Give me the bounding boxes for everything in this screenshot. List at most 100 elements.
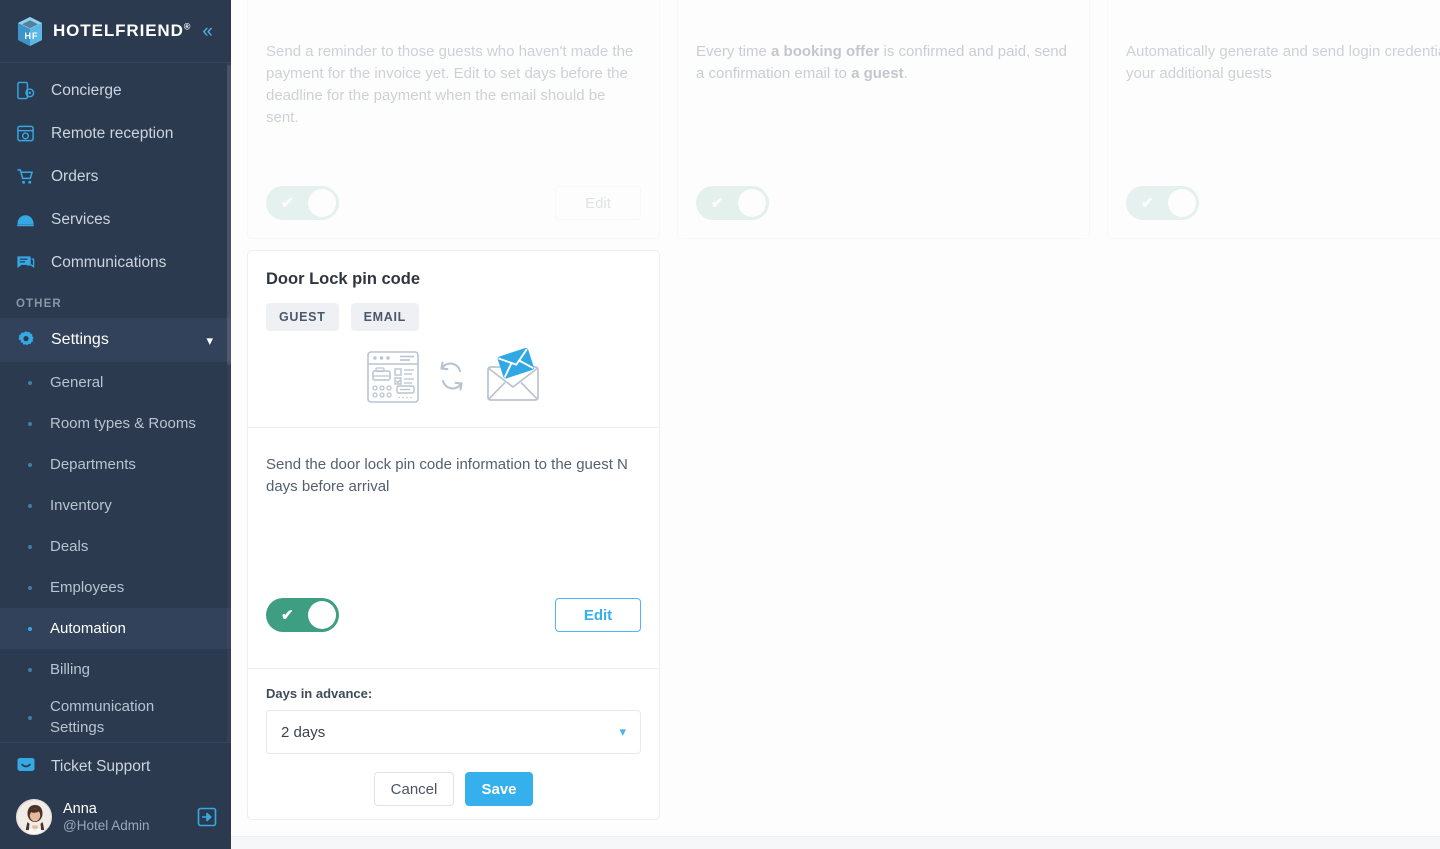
enable-toggle[interactable]: ✔ — [1126, 186, 1199, 220]
days-in-advance-form: Days in advance: 2 days ▾ Cancel Save — [248, 686, 659, 806]
cancel-button[interactable]: Cancel — [374, 772, 454, 806]
sidebar-section-other: OTHER — [16, 298, 62, 310]
enable-toggle[interactable]: ✔ — [266, 186, 339, 220]
sidebar-item-services[interactable]: Services — [0, 198, 231, 241]
badge-email: EMAIL — [350, 303, 419, 331]
sidebar-item-label: Ticket Support — [51, 758, 151, 775]
sidebar-item-departments[interactable]: Departments — [0, 444, 231, 485]
sidebar-item-label: Settings — [51, 331, 109, 348]
edit-button[interactable]: Edit — [555, 598, 641, 632]
check-icon: ✔ — [281, 606, 294, 624]
check-icon: ✔ — [281, 194, 294, 212]
chevron-down-icon: ▾ — [206, 332, 213, 348]
sidebar-scroll-area: Concierge Remote reception Orders Servic… — [0, 63, 231, 742]
user-meta: Anna @Hotel Admin — [63, 800, 150, 835]
toggle-knob — [738, 189, 766, 217]
card-illustration — [248, 331, 659, 411]
chevron-double-left-icon[interactable]: « — [198, 20, 217, 43]
bullet-icon — [28, 626, 32, 631]
sidebar-item-settings[interactable]: Settings ▾ — [0, 318, 231, 362]
sidebar-item-room-types-rooms[interactable]: Room types & Rooms — [0, 403, 231, 444]
card-description: Automatically generate and send login cr… — [1126, 43, 1440, 82]
support-chat-icon — [16, 755, 40, 780]
sidebar-subitem-label: Billing — [50, 661, 91, 678]
edit-button[interactable]: Edit — [555, 186, 641, 220]
sidebar-item-label: Concierge — [51, 81, 122, 99]
bullet-icon — [28, 503, 32, 508]
sidebar-item-billing[interactable]: Billing — [0, 649, 231, 690]
card-divider — [248, 668, 659, 669]
cart-icon — [16, 167, 40, 186]
enable-toggle[interactable]: ✔ — [696, 186, 769, 220]
desc-part-bold: a booking offer — [771, 43, 880, 60]
sidebar-subitem-label: Departments — [50, 456, 136, 473]
days-in-advance-label: Days in advance: — [266, 686, 373, 701]
bullet-icon — [28, 585, 32, 590]
desc-part: Every time — [696, 43, 772, 60]
sidebar-item-remote-reception[interactable]: Remote reception — [0, 112, 231, 155]
page-bottom-strip — [231, 837, 1440, 849]
sidebar-item-deals[interactable]: Deals — [0, 526, 231, 567]
registered-mark: ® — [183, 21, 192, 32]
check-icon: ✔ — [1141, 194, 1154, 212]
sidebar-item-label: Remote reception — [51, 124, 174, 142]
main-content: Send a reminder to those guests who have… — [231, 0, 1440, 849]
logout-arrow-icon[interactable] — [197, 807, 217, 827]
card-description: Send the door lock pin code information … — [266, 456, 628, 495]
remote-reception-icon — [16, 124, 40, 143]
enable-toggle[interactable]: ✔ — [266, 598, 339, 632]
days-in-advance-select[interactable]: 2 days ▾ — [266, 710, 641, 754]
room-service-bell-icon — [16, 210, 40, 229]
desc-part: . — [903, 64, 908, 82]
automation-card-booking-confirmation: Every time a booking offer is confirmed … — [677, 0, 1090, 239]
sidebar-subitem-label: General — [50, 374, 104, 391]
sync-arrows-icon — [435, 357, 469, 402]
svg-text:F: F — [32, 31, 38, 41]
sidebar-user-row[interactable]: Anna @Hotel Admin — [0, 791, 231, 849]
sidebar-subitem-label: Inventory — [50, 497, 112, 514]
sidebar-subitem-label: Automation — [50, 620, 126, 637]
sidebar-footer: Ticket Support Anna @Hotel Admin — [0, 742, 231, 849]
bullet-icon — [28, 380, 32, 385]
sidebar-item-concierge[interactable]: Concierge — [0, 69, 231, 112]
save-button[interactable]: Save — [465, 772, 533, 806]
hotelfriend-logo-icon: H F — [16, 16, 44, 47]
user-name: Anna — [63, 800, 97, 817]
sidebar-subitem-label: Room types & Rooms — [50, 415, 196, 432]
app-root: H F HOTELFRIEND® « Concierge Remote rece… — [0, 0, 1440, 849]
card-description: Every time a booking offer is confirmed … — [678, 41, 1089, 85]
sidebar-item-orders[interactable]: Orders — [0, 155, 231, 198]
check-icon: ✔ — [711, 194, 724, 212]
brand-name: HOTELFRIEND® — [53, 21, 192, 40]
sidebar-item-communications[interactable]: Communications — [0, 241, 231, 284]
automation-card-door-lock-pin-code: Door Lock pin code GUEST EMAIL Send the … — [247, 250, 660, 820]
sidebar-item-employees[interactable]: Employees — [0, 567, 231, 608]
bullet-icon — [28, 421, 32, 426]
sidebar-subitem-label: Communication Settings — [50, 698, 155, 736]
concierge-mobile-icon — [16, 81, 40, 100]
sidebar-item-communication-settings[interactable]: Communication Settings — [0, 690, 231, 742]
gear-icon — [16, 330, 40, 350]
form-actions: Cancel Save — [248, 754, 659, 806]
desc-part-bold: a guest — [851, 64, 904, 82]
sidebar-item-label: Services — [51, 210, 111, 228]
booking-screen-icon — [364, 348, 422, 411]
card-description: Send a reminder to those guests who have… — [266, 43, 634, 126]
chevron-down-icon: ▾ — [619, 724, 626, 739]
sidebar-item-automation[interactable]: Automation — [0, 608, 231, 649]
sidebar-subitem-label: Deals — [50, 538, 89, 555]
user-role: @Hotel Admin — [63, 817, 150, 833]
toggle-knob — [308, 601, 336, 629]
sidebar-logo-header: H F HOTELFRIEND® « — [0, 0, 231, 63]
sidebar-item-ticket-support[interactable]: Ticket Support — [0, 743, 231, 791]
card-title: Door Lock pin code — [266, 270, 421, 288]
select-value: 2 days — [281, 723, 326, 741]
email-send-icon — [482, 347, 544, 411]
bullet-icon — [28, 462, 32, 467]
avatar — [16, 799, 52, 835]
badge-guest: GUEST — [266, 303, 339, 331]
sidebar-item-inventory[interactable]: Inventory — [0, 485, 231, 526]
sidebar-item-general[interactable]: General — [0, 362, 231, 403]
svg-text:H: H — [25, 31, 32, 41]
bullet-icon — [28, 544, 32, 549]
